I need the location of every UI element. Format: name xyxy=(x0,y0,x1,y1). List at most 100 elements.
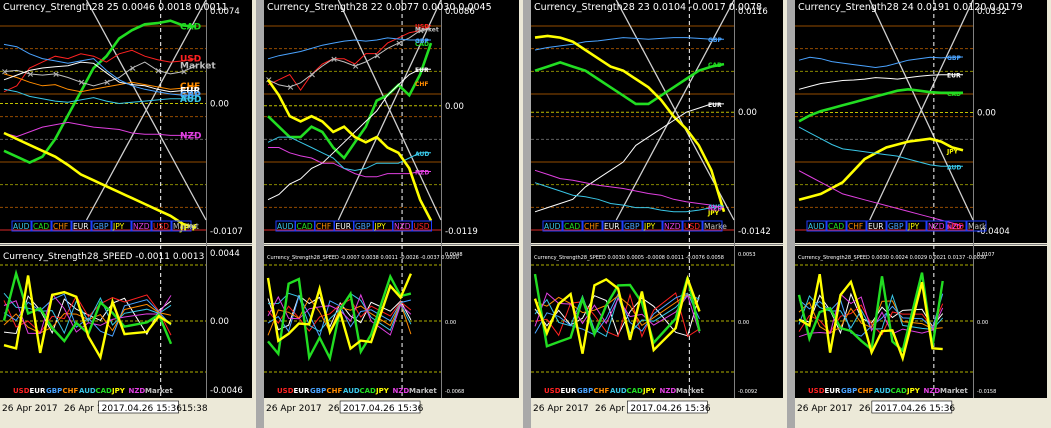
speed-legend-item: AUD xyxy=(79,387,96,395)
legend-item: GBP xyxy=(93,222,109,231)
currency-label: EUR xyxy=(708,102,722,109)
speed-legend-item: EUR xyxy=(561,387,577,395)
speed-legend-item: USD xyxy=(544,387,561,395)
legend-item: JPY xyxy=(643,222,656,231)
terminal-workspace: × × × × × × × × Currency_Strength28 25 0.0046 0.… xyxy=(0,0,1051,428)
currency-label: GBP xyxy=(415,38,429,45)
time-label: 15:38 xyxy=(182,404,208,414)
legend-item: Market xyxy=(173,222,199,231)
chart-panel-1: × × ×× ×× × ×Currency_Strength28 25 0.0046 0.… xyxy=(0,0,252,417)
speed-legend-item: JPY xyxy=(111,387,126,395)
speed-legend-item: USD xyxy=(13,387,30,395)
speed-legend-item: EUR xyxy=(294,387,310,395)
legend-item: CAD xyxy=(33,222,49,231)
speed-legend-item: USD xyxy=(277,387,294,395)
scale-label-top: 0.0107 xyxy=(977,252,995,258)
scale-label-bottom: -0.0046 xyxy=(210,386,243,396)
chart-panel-3: Currency_Strength28 23 0.0104 -0.0017 0.… xyxy=(531,0,783,417)
market-marker: × xyxy=(374,52,382,62)
currency-label: NZD xyxy=(415,170,429,177)
legend-item: USD xyxy=(684,222,700,231)
currency-label: JPY xyxy=(946,148,959,155)
legend-item: NZD xyxy=(133,222,150,231)
market-marker: × xyxy=(308,70,316,80)
legend-item: GBP xyxy=(624,222,640,231)
scale-label-bottom: -0.0068 xyxy=(445,389,464,395)
upper-pane-background xyxy=(531,0,783,243)
legend-item: AUD xyxy=(544,222,561,231)
legend-item: CAD xyxy=(297,222,313,231)
market-marker: × xyxy=(330,55,338,65)
legend-item: CHF xyxy=(584,222,599,231)
time-label: 26 Apr 2017 xyxy=(2,404,58,414)
legend-item: NZD xyxy=(664,222,681,231)
currency-label: CHF xyxy=(415,81,429,88)
speed-legend-item: GBP xyxy=(46,387,62,395)
scale-label-bottom: -0.0107 xyxy=(210,227,243,237)
speed-legend-item: Market xyxy=(145,387,173,395)
market-marker: × xyxy=(287,83,295,93)
market-marker: × xyxy=(155,66,163,76)
legend-item: CAD xyxy=(828,222,844,231)
legend-item: USD xyxy=(153,222,169,231)
market-marker: × xyxy=(78,78,86,88)
time-label: 26 Apr 2017 xyxy=(797,404,853,414)
legend-item: EUR xyxy=(73,222,88,231)
scale-label-bottom: -0.0158 xyxy=(977,389,996,395)
market-marker: × xyxy=(129,64,137,74)
scale-label-zero: 0.00 xyxy=(210,317,229,327)
speed-legend-item: CHF xyxy=(63,387,79,395)
speed-title: Currency_Strength28_SPEED -0.0011 0.0013 xyxy=(3,252,204,262)
charts-canvas: × × × × × × × × Currency_Strength28 25 0.0046 0.… xyxy=(0,0,1047,417)
market-marker: × xyxy=(352,62,360,72)
speed-legend-item: NZD xyxy=(129,387,146,395)
speed-title: Currency_Strength28_SPEED 0.0030 0.0024 … xyxy=(798,255,986,261)
speed-legend-item: CAD xyxy=(627,387,644,395)
time-label: 26 Apr 2017 xyxy=(266,404,322,414)
scale-label-top: 0.0074 xyxy=(210,7,240,17)
scale-label-top: 0.0048 xyxy=(445,252,463,258)
currency-label: AUD xyxy=(415,151,429,158)
speed-legend-item: JPY xyxy=(375,387,390,395)
speed-legend-item: AUD xyxy=(610,387,627,395)
scale-label-bottom: -0.0092 xyxy=(738,389,757,395)
speed-legend-item: AUD xyxy=(343,387,360,395)
cursor-time-label: 2017.04.26 15:36 xyxy=(343,404,424,414)
currency-label: Market xyxy=(415,27,439,34)
speed-legend-item: NZD xyxy=(924,387,941,395)
scale-label-top: 0.0044 xyxy=(210,249,240,259)
legend-item: Marke xyxy=(704,222,727,231)
currency-label: GBP xyxy=(947,55,961,62)
currency-label: EUR xyxy=(415,67,429,74)
scale-label-zero: 0.00 xyxy=(210,99,229,109)
legend-item: AUD xyxy=(808,222,825,231)
chart-title: Currency_Strength28 25 0.0046 0.0018 0.0… xyxy=(3,2,228,13)
legend-item: AUD xyxy=(13,222,30,231)
speed-legend-item: Market xyxy=(940,387,968,395)
legend-item: JPY xyxy=(112,222,125,231)
currency-label: EUR xyxy=(947,73,961,80)
legend-item: EUR xyxy=(604,222,619,231)
legend-item: EUR xyxy=(336,222,351,231)
speed-legend-item: Market xyxy=(409,387,437,395)
speed-legend-item: Market xyxy=(676,387,704,395)
scale-label-top: 0.0086 xyxy=(445,7,475,17)
scale-label-top: 0.0116 xyxy=(738,7,768,17)
speed-title: Currency_Strength28_SPEED -0.0007 0.0038… xyxy=(267,255,459,261)
speed-legend-item: CHF xyxy=(594,387,610,395)
legend-item: JPY xyxy=(374,222,387,231)
cursor-time-label: 2017.04.26 15:36 xyxy=(102,404,183,414)
time-label: 26 Apr 2017 xyxy=(533,404,589,414)
legend-item: GBP xyxy=(355,222,371,231)
speed-legend-item: JPY xyxy=(642,387,657,395)
market-marker: × xyxy=(395,39,403,49)
scale-label-zero: 0.00 xyxy=(445,320,456,326)
cursor-time-label: 2017.04.26 15:36 xyxy=(630,404,711,414)
currency-label: CAD xyxy=(708,62,722,69)
market-marker: × xyxy=(52,70,60,80)
scale-label-top: 0.0332 xyxy=(977,7,1007,17)
legend-item: CAD xyxy=(564,222,580,231)
currency-label: CAD xyxy=(947,91,961,98)
legend-item: Mark xyxy=(968,222,987,231)
speed-legend-item: AUD xyxy=(874,387,891,395)
